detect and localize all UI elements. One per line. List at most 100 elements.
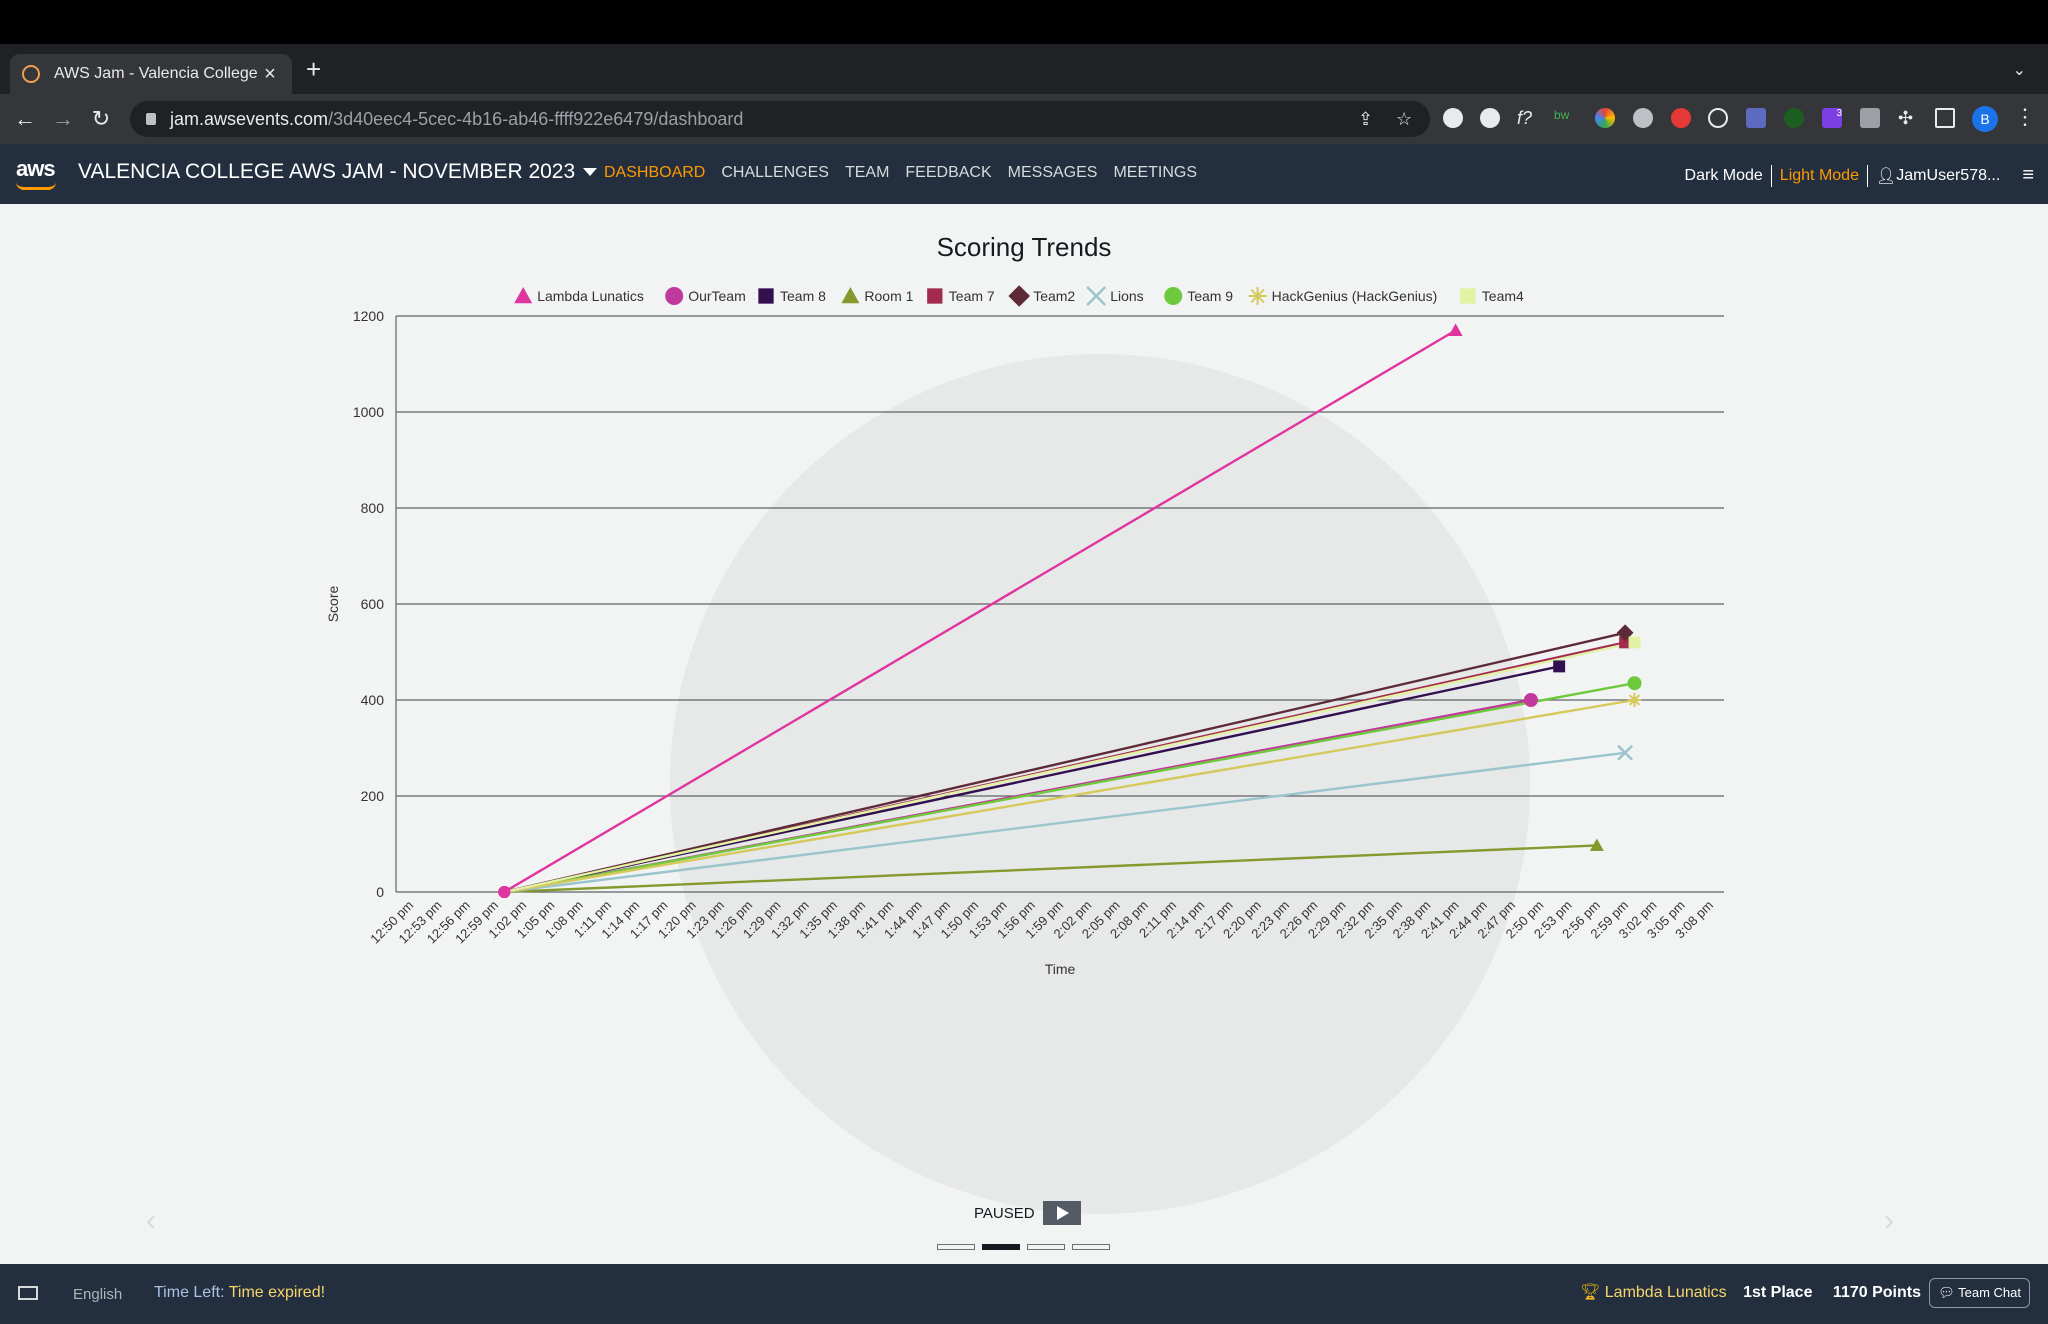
- legend-label: Team 9: [1187, 288, 1233, 304]
- browser-tab[interactable]: AWS Jam - Valencia College A ×: [10, 54, 292, 94]
- aws-jam-favicon-icon: [22, 65, 40, 83]
- y-tick-label: 400: [361, 692, 385, 708]
- leader-points: 1170 Points: [1832, 1284, 1921, 1301]
- monitor-icon[interactable]: [18, 1286, 38, 1300]
- new-tab-icon[interactable]: +: [306, 56, 321, 82]
- data-point: [1627, 693, 1642, 707]
- footer-bar: English Time Left: Time expired! 🏆︎ Lamb…: [0, 1264, 2048, 1324]
- legend-marker: [1086, 286, 1107, 306]
- chart-lines: [503, 329, 1635, 894]
- profile-avatar[interactable]: B: [1972, 106, 1998, 132]
- time-left-label: Time Left:: [154, 1284, 225, 1301]
- series-line: [504, 751, 1626, 894]
- play-icon[interactable]: [1042, 1201, 1081, 1225]
- team-chat-button[interactable]: 💬︎ Team Chat: [1929, 1278, 2030, 1308]
- extension-doc-icon[interactable]: [1860, 108, 1880, 128]
- carousel-prev-icon[interactable]: ‹: [146, 1204, 156, 1238]
- legend-marker: [758, 288, 774, 304]
- y-tick-label: 600: [361, 596, 385, 612]
- carousel-dot[interactable]: [1027, 1244, 1065, 1250]
- forward-arrow-icon[interactable]: →: [48, 104, 78, 134]
- browser-toolbar: ← → ↻ jam.awsevents.com/3d40eec4-5cec-4b…: [0, 94, 2048, 144]
- legend-marker: [927, 288, 943, 304]
- carousel-controls: PAUSED: [974, 1201, 1081, 1225]
- legend-marker: [514, 287, 533, 304]
- carousel-dot[interactable]: [982, 1244, 1020, 1250]
- divider: [1866, 164, 1868, 187]
- carousel-dot[interactable]: [937, 1244, 975, 1250]
- carousel-next-icon[interactable]: ›: [1884, 1204, 1894, 1238]
- chart-grid: [395, 315, 1724, 893]
- tab-search-chevron-icon[interactable]: ⌄: [2013, 60, 2026, 80]
- series-line: [504, 641, 1635, 894]
- y-tick-label: 1200: [353, 308, 384, 324]
- series-line: [504, 844, 1597, 894]
- legend-label: Team2: [1033, 288, 1075, 304]
- hamburger-menu-icon[interactable]: ≡: [2022, 164, 2034, 187]
- extension-color-wheel-icon[interactable]: [1595, 108, 1615, 128]
- data-point: [1628, 636, 1641, 649]
- chart-title: Scoring Trends: [937, 232, 1112, 262]
- address-bar[interactable]: jam.awsevents.com/3d40eec4-5cec-4b16-ab4…: [130, 101, 1430, 137]
- carousel-indicators: [937, 1244, 1110, 1250]
- chart-markers: [498, 323, 1642, 898]
- browser-menu-icon[interactable]: ⋮: [2014, 104, 2036, 130]
- series-line: [503, 329, 1457, 894]
- trophy-icon: 🏆︎: [1580, 1284, 1601, 1301]
- aws-logo[interactable]: aws: [16, 156, 56, 190]
- extension-red-icon[interactable]: [1671, 108, 1691, 128]
- extension-grid-icon[interactable]: [1746, 108, 1766, 128]
- data-point: [1523, 693, 1538, 707]
- event-selector[interactable]: VALENCIA COLLEGE AWS JAM - NOVEMBER 2023: [78, 160, 598, 184]
- legend-marker: [665, 287, 684, 305]
- share-icon[interactable]: ⇪: [1358, 101, 1373, 137]
- data-point: [1448, 323, 1463, 336]
- close-tab-icon[interactable]: ×: [260, 63, 280, 86]
- nav-dashboard[interactable]: DASHBOARD: [604, 164, 705, 182]
- light-mode-toggle[interactable]: Light Mode: [1780, 167, 1859, 185]
- nav-messages[interactable]: MESSAGES: [1008, 164, 1098, 182]
- y-tick-label: 800: [361, 500, 385, 516]
- legend-marker: [1164, 287, 1183, 305]
- legend-label: OurTeam: [688, 288, 746, 304]
- reload-icon[interactable]: ↻: [86, 104, 116, 134]
- legend-marker: [1460, 288, 1476, 304]
- url-path: /3d40eec4-5cec-4b16-ab46-ffff922e6479/da…: [328, 108, 744, 129]
- scoring-trends-chart: Scoring Trends02004006008001000120012:50…: [325, 232, 1724, 977]
- nav-challenges[interactable]: CHALLENGES: [721, 164, 829, 182]
- dashboard-content: Scoring Trends 0 200 400 600 800 1000 1200 12:50…: [0, 204, 2048, 1264]
- extension-s-icon[interactable]: [1480, 108, 1500, 128]
- extension-owl-icon[interactable]: [1633, 108, 1653, 128]
- legend-label: Lambda Lunatics: [537, 288, 644, 304]
- series-line: [504, 682, 1635, 894]
- bookmark-star-icon[interactable]: ☆: [1396, 101, 1412, 137]
- nav-team[interactable]: TEAM: [845, 164, 889, 182]
- language-selector[interactable]: English: [73, 1286, 122, 1303]
- user-menu[interactable]: JamUser578...: [1896, 167, 2000, 185]
- extensions-puzzle-icon[interactable]: ✣: [1898, 108, 1918, 128]
- event-title: VALENCIA COLLEGE AWS JAM - NOVEMBER 2023: [78, 160, 576, 183]
- time-left-value: Time expired!: [228, 1284, 326, 1301]
- aws-smile-icon: [16, 182, 56, 190]
- aws-logo-text: aws: [16, 156, 56, 181]
- nav-feedback[interactable]: FEEDBACK: [905, 164, 991, 182]
- time-left: Time Left: Time expired!: [154, 1284, 325, 1302]
- extension-green-icon[interactable]: [1784, 108, 1804, 128]
- side-panel-icon[interactable]: [1935, 108, 1955, 128]
- extension-r-badge-icon[interactable]: 3: [1822, 108, 1842, 128]
- extension-formula-icon[interactable]: f?: [1517, 108, 1537, 128]
- legend-label: HackGenius (HackGenius): [1272, 288, 1438, 304]
- extension-chat-icon[interactable]: [1443, 108, 1463, 128]
- extension-react-icon[interactable]: [1708, 108, 1728, 128]
- team-chat-label: Team Chat: [1958, 1285, 2021, 1300]
- nav-meetings[interactable]: MEETINGS: [1113, 164, 1197, 182]
- extension-bw-icon[interactable]: bw: [1554, 108, 1574, 128]
- legend-marker: [841, 287, 860, 304]
- caret-down-icon: [583, 168, 598, 177]
- x-axis-label: Time: [1045, 961, 1076, 977]
- dark-mode-toggle[interactable]: Dark Mode: [1685, 167, 1763, 185]
- carousel-dot[interactable]: [1072, 1244, 1110, 1250]
- leader-team: Lambda Lunatics: [1604, 1284, 1727, 1301]
- back-arrow-icon[interactable]: ←: [10, 104, 40, 134]
- lock-icon: [146, 113, 156, 125]
